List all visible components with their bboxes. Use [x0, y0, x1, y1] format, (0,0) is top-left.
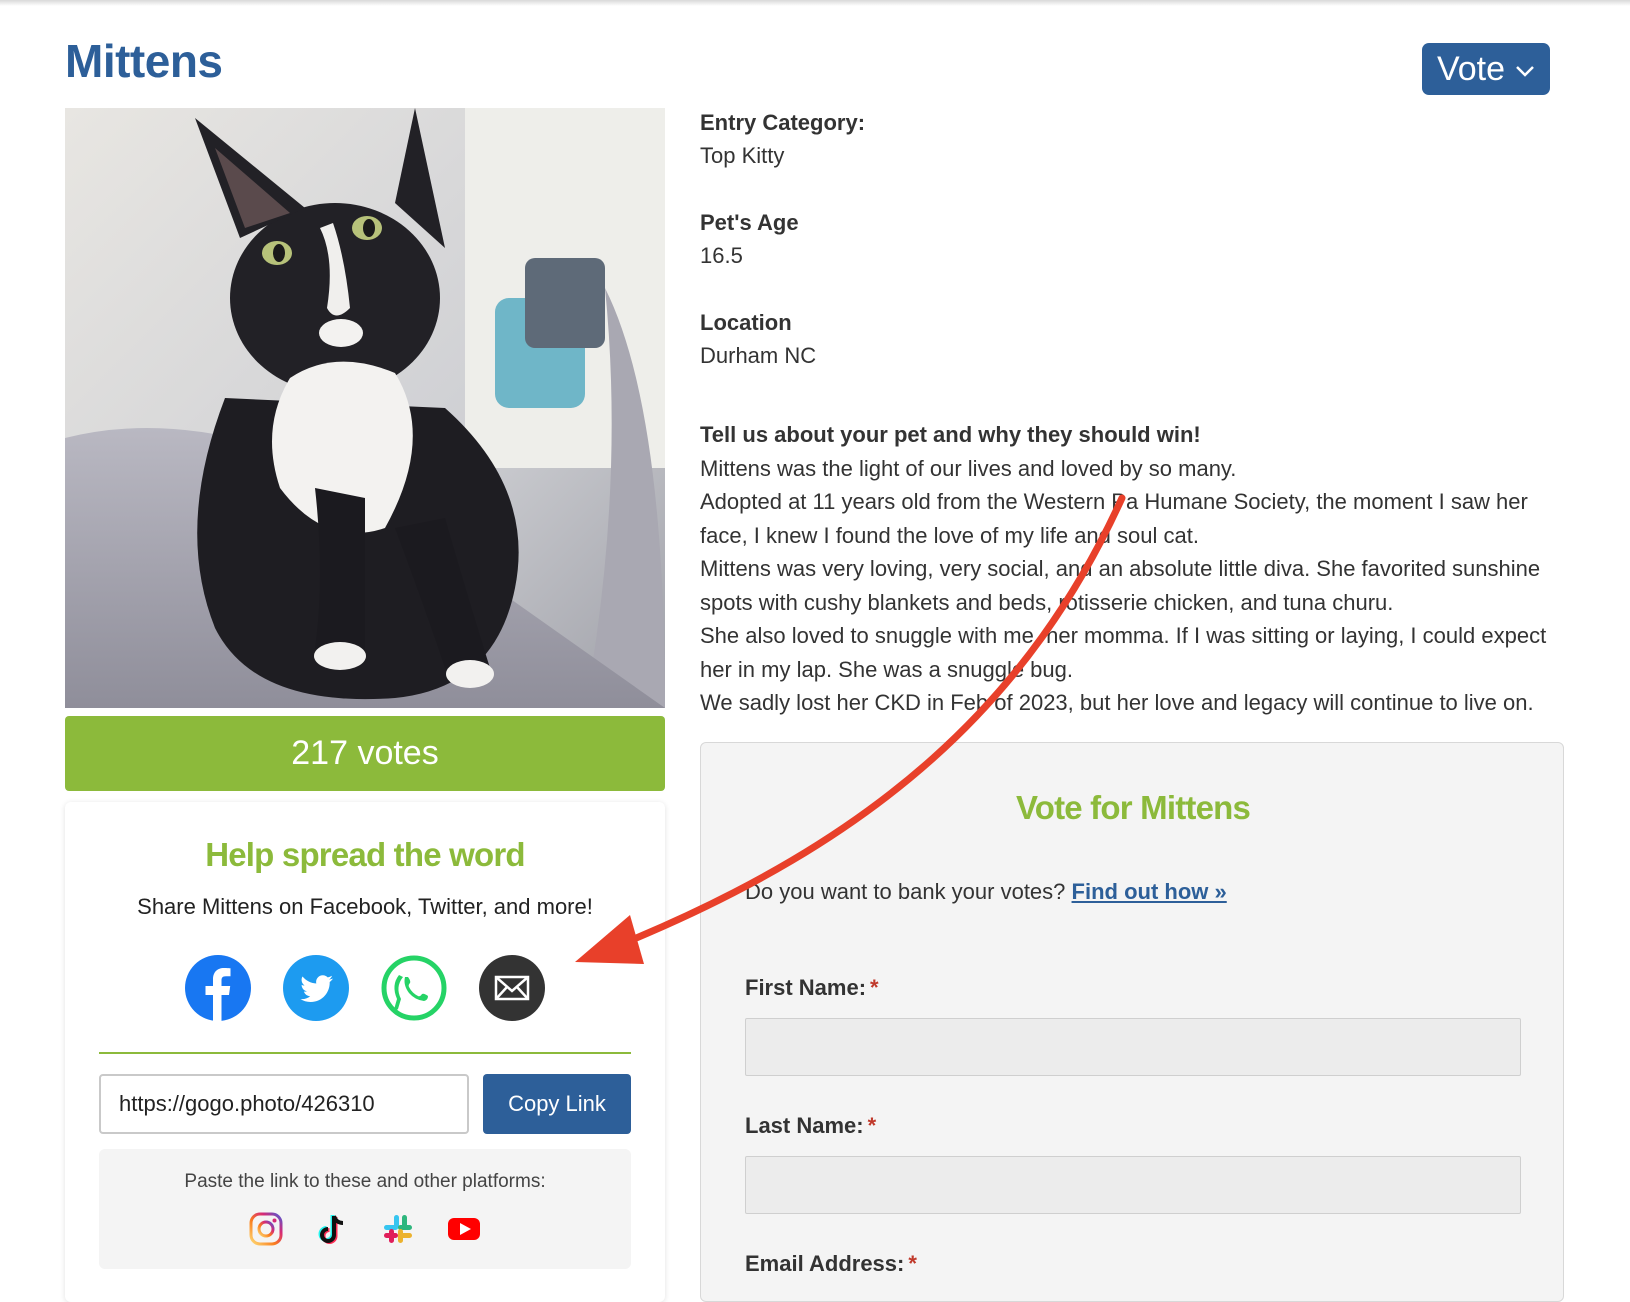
required-marker: *	[908, 1251, 917, 1276]
share-card: Help spread the word Share Mittens on Fa…	[65, 802, 665, 1302]
top-shadow	[0, 0, 1630, 6]
pet-photo	[65, 108, 665, 708]
about-line: Mittens was the light of our lives and l…	[700, 455, 1237, 481]
social-share-row	[65, 955, 665, 1021]
youtube-icon[interactable]	[446, 1211, 482, 1247]
twitter-icon[interactable]	[283, 955, 349, 1021]
share-link-input[interactable]	[99, 1074, 469, 1134]
instagram-icon[interactable]	[248, 1211, 284, 1247]
about-label: Tell us about your pet and why they shou…	[700, 422, 1201, 447]
vote-count-bar: 217 votes	[65, 716, 665, 791]
facebook-icon[interactable]	[185, 955, 251, 1021]
first-name-label-text: First Name:	[745, 975, 867, 1000]
location-value: Durham NC	[700, 343, 817, 368]
platform-icons-row	[99, 1211, 631, 1247]
paste-platforms-box: Paste the link to these and other platfo…	[99, 1149, 631, 1269]
entry-category-value: Top Kitty	[700, 143, 785, 168]
about-line: her in my lap. She was a snuggle bug.	[700, 656, 1074, 682]
last-name-label: Last Name: *	[745, 1113, 876, 1139]
pet-age-value: 16.5	[700, 243, 743, 268]
last-name-label-text: Last Name:	[745, 1113, 864, 1138]
email-icon[interactable]	[479, 955, 545, 1021]
required-marker: *	[867, 1113, 877, 1138]
email-label: Email Address: *	[745, 1251, 917, 1277]
about-line: We sadly lost her CKD in Feb of 2023, bu…	[700, 690, 1534, 715]
cat-photo-illustration	[65, 108, 665, 708]
first-name-label: First Name: *	[745, 975, 879, 1001]
email-label-text: Email Address:	[745, 1251, 905, 1276]
about-line: Mittens was very loving, very social, an…	[700, 556, 1541, 581]
page-title: Mittens	[65, 35, 223, 87]
chevron-down-icon	[1516, 66, 1534, 77]
about-line: Adopted at 11 years old from the Western…	[700, 489, 1528, 514]
about-line: face, I knew I found the love of my life…	[700, 522, 1199, 548]
bank-votes-question: Do you want to bank your votes?	[745, 879, 1066, 904]
slack-icon[interactable]	[380, 1211, 416, 1247]
about-section: Tell us about your pet and why they shou…	[700, 418, 1560, 720]
whatsapp-icon[interactable]	[381, 955, 447, 1021]
find-out-how-link[interactable]: Find out how »	[1072, 879, 1227, 904]
vote-dropdown-button[interactable]: Vote	[1422, 43, 1550, 95]
location-label: Location	[700, 310, 792, 335]
vote-form-title: Vote for Mittens	[1015, 789, 1251, 826]
first-name-input[interactable]	[745, 1018, 1521, 1076]
pet-age-label: Pet's Age	[700, 210, 799, 235]
copy-link-button[interactable]: Copy Link	[483, 1074, 631, 1134]
last-name-input[interactable]	[745, 1156, 1521, 1214]
tiktok-icon[interactable]	[314, 1211, 350, 1247]
vote-form-panel: Vote for Mittens Do you want to bank you…	[700, 742, 1564, 1302]
share-title: Help spread the word	[205, 836, 525, 873]
share-divider	[99, 1052, 631, 1054]
share-subtitle: Share Mittens on Facebook, Twitter, and …	[137, 894, 593, 919]
about-line: She also loved to snuggle with me, her m…	[700, 623, 1547, 648]
required-marker: *	[870, 975, 879, 1000]
bank-votes-text: Do you want to bank your votes? Find out…	[745, 879, 1227, 905]
vote-button-label: Vote	[1436, 49, 1506, 88]
about-line: spots with cushy blankets and beds, roti…	[700, 589, 1394, 615]
entry-category-label: Entry Category:	[700, 110, 866, 135]
paste-platforms-text: Paste the link to these and other platfo…	[184, 1171, 546, 1192]
